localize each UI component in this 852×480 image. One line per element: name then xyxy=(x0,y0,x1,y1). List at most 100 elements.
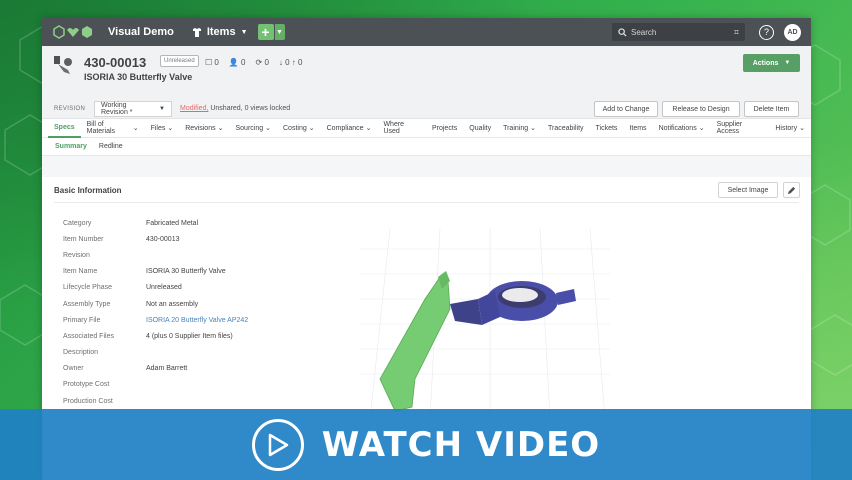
search-icon xyxy=(618,27,627,37)
field-value: Unreleased xyxy=(146,284,182,292)
item-name: ISORIA 30 Butterfly Valve xyxy=(84,72,193,82)
field-row: Category Fabricated Metal xyxy=(63,215,248,231)
section-title: Basic Information xyxy=(54,186,122,195)
tab-history[interactable]: History ⌄ xyxy=(769,119,811,138)
chevron-down-icon: ⌄ xyxy=(698,125,705,132)
help-icon[interactable]: ? xyxy=(759,24,774,40)
field-row: Lifecycle Phase Unreleased xyxy=(63,280,248,296)
field-row: Production Cost xyxy=(63,393,248,409)
chevron-down-icon: ⌄ xyxy=(167,125,174,132)
chevron-down-icon: ▼ xyxy=(276,28,283,36)
items-menu-label: Items xyxy=(206,26,236,38)
top-nav: Visual Demo Items ▼ + ▼ Search ⌗ ? AD xyxy=(42,18,811,46)
tab-notifications[interactable]: Notifications ⌄ xyxy=(653,119,711,138)
count-users[interactable]: 👤 0 xyxy=(229,58,246,67)
field-label: Item Number xyxy=(63,235,104,243)
field-label: Revision xyxy=(63,251,90,259)
create-plus-button[interactable]: + xyxy=(257,24,274,40)
valve-icon xyxy=(54,56,72,74)
status-badge: Unreleased xyxy=(160,55,199,67)
pencil-icon xyxy=(787,186,796,194)
tab-compliance[interactable]: Compliance ⌄ xyxy=(321,119,378,138)
field-row: Description xyxy=(63,345,248,361)
shirt-icon xyxy=(192,27,201,37)
tab-specs[interactable]: Specs xyxy=(48,119,81,138)
count-changes[interactable]: ☐ 0 xyxy=(205,58,219,67)
chevron-down-icon: ⌄ xyxy=(530,125,536,132)
3d-viewer[interactable] xyxy=(360,229,610,419)
item-counts: ☐ 0 👤 0 ⟳ 0 ↓ 0 ↑ 0 xyxy=(205,58,302,67)
chevron-down-icon: ⌄ xyxy=(265,125,271,132)
chevron-down-icon: ⌄ xyxy=(365,125,372,132)
field-row: Revision xyxy=(63,247,248,263)
watch-video-label[interactable]: WATCH VIDEO xyxy=(322,425,600,465)
tab-where-used[interactable]: Where Used xyxy=(377,119,426,138)
logo-icon[interactable] xyxy=(52,25,94,39)
field-row: Item Number 430-00013 xyxy=(63,231,248,247)
tab-bill-of-materials[interactable]: Bill of Materials ⌄ xyxy=(81,119,145,138)
field-value: Adam Barrett xyxy=(146,365,188,373)
field-value: Fabricated Metal xyxy=(146,219,199,227)
tab-revisions[interactable]: Revisions ⌄ xyxy=(179,119,229,138)
field-value: ISORIA 30 Butterfly Valve xyxy=(146,268,226,276)
modified-status: Modified, Unshared, 0 views locked xyxy=(180,105,291,112)
chevron-down-icon: ⌄ xyxy=(799,125,805,132)
plus-icon: + xyxy=(261,24,270,40)
tab-tickets[interactable]: Tickets xyxy=(590,119,624,138)
field-value: 430-00013 xyxy=(146,235,180,243)
item-header: 430-00013 Unreleased ☐ 0 👤 0 ⟳ 0 ↓ 0 ↑ 0… xyxy=(42,46,811,119)
chevron-down-icon: ⌄ xyxy=(132,125,139,132)
modified-link[interactable]: Modified, xyxy=(180,105,208,112)
select-image-button[interactable]: Select Image xyxy=(718,182,778,198)
revision-label: REVISION xyxy=(54,106,86,112)
count-arrows[interactable]: ↓ 0 ↑ 0 xyxy=(279,58,303,67)
field-value[interactable]: ISORIA 20 Butterfly Valve AP242 xyxy=(146,317,248,324)
tab-sourcing[interactable]: Sourcing ⌄ xyxy=(229,119,277,138)
subtab-summary[interactable]: Summary xyxy=(49,143,93,150)
divider xyxy=(54,202,799,203)
app-name[interactable]: Visual Demo xyxy=(108,26,174,38)
tab-training[interactable]: Training ⌄ xyxy=(497,119,542,138)
field-list: Category Fabricated Metal Item Number 430-0… xyxy=(63,215,248,409)
field-row: Item Name ISORIA 30 Butterfly Valve xyxy=(63,264,248,280)
release-to-design-button[interactable]: Release to Design xyxy=(662,101,740,117)
chevron-down-icon: ⌄ xyxy=(308,125,315,132)
tab-supplier-access[interactable]: Supplier Access xyxy=(711,119,770,138)
field-row: Primary File ISORIA 20 Butterfly Valve AP… xyxy=(63,312,248,328)
count-cycles[interactable]: ⟳ 0 xyxy=(256,58,269,67)
tab-projects[interactable]: Projects xyxy=(426,119,463,138)
actions-button[interactable]: Actions ▼ xyxy=(743,54,800,72)
avatar[interactable]: AD xyxy=(784,23,801,41)
field-label: Production Cost xyxy=(63,397,113,405)
subtab-redline[interactable]: Redline xyxy=(93,143,129,150)
field-label: Category xyxy=(63,219,92,227)
field-label: Primary File xyxy=(63,316,101,324)
search-input[interactable]: Search ⌗ xyxy=(612,23,745,41)
tab-items[interactable]: Items xyxy=(623,119,652,138)
create-caret-button[interactable]: ▼ xyxy=(274,24,285,40)
tab-files[interactable]: Files ⌄ xyxy=(145,119,180,138)
chevron-down-icon: ▼ xyxy=(240,28,248,36)
field-row: Associated Files 4 (plus 0 Supplier Item … xyxy=(63,328,248,344)
add-to-change-button[interactable]: Add to Change xyxy=(594,101,658,117)
revision-select[interactable]: Working Revision * ▼ xyxy=(94,101,172,117)
delete-item-button[interactable]: Delete Item xyxy=(744,101,799,117)
scan-icon[interactable]: ⌗ xyxy=(734,27,739,38)
field-label: Lifecycle Phase xyxy=(63,284,113,292)
subtab-bar: Summary Redline xyxy=(42,138,811,156)
field-row: Prototype Cost xyxy=(63,377,248,393)
field-label: Item Name xyxy=(63,268,98,276)
items-menu[interactable]: Items ▼ xyxy=(192,26,248,38)
tab-quality[interactable]: Quality xyxy=(463,119,497,138)
search-placeholder: Search xyxy=(631,27,657,37)
tab-traceability[interactable]: Traceability xyxy=(542,119,590,138)
edit-button[interactable] xyxy=(783,182,800,198)
chevron-down-icon: ▼ xyxy=(784,60,791,66)
field-label: Description xyxy=(63,349,99,357)
field-label: Owner xyxy=(63,365,84,373)
field-row: Owner Adam Barrett xyxy=(63,361,248,377)
watch-video-banner[interactable]: WATCH VIDEO xyxy=(0,409,852,480)
play-icon[interactable] xyxy=(251,418,304,471)
tab-costing[interactable]: Costing ⌄ xyxy=(277,119,321,138)
item-number: 430-00013 xyxy=(84,55,147,70)
